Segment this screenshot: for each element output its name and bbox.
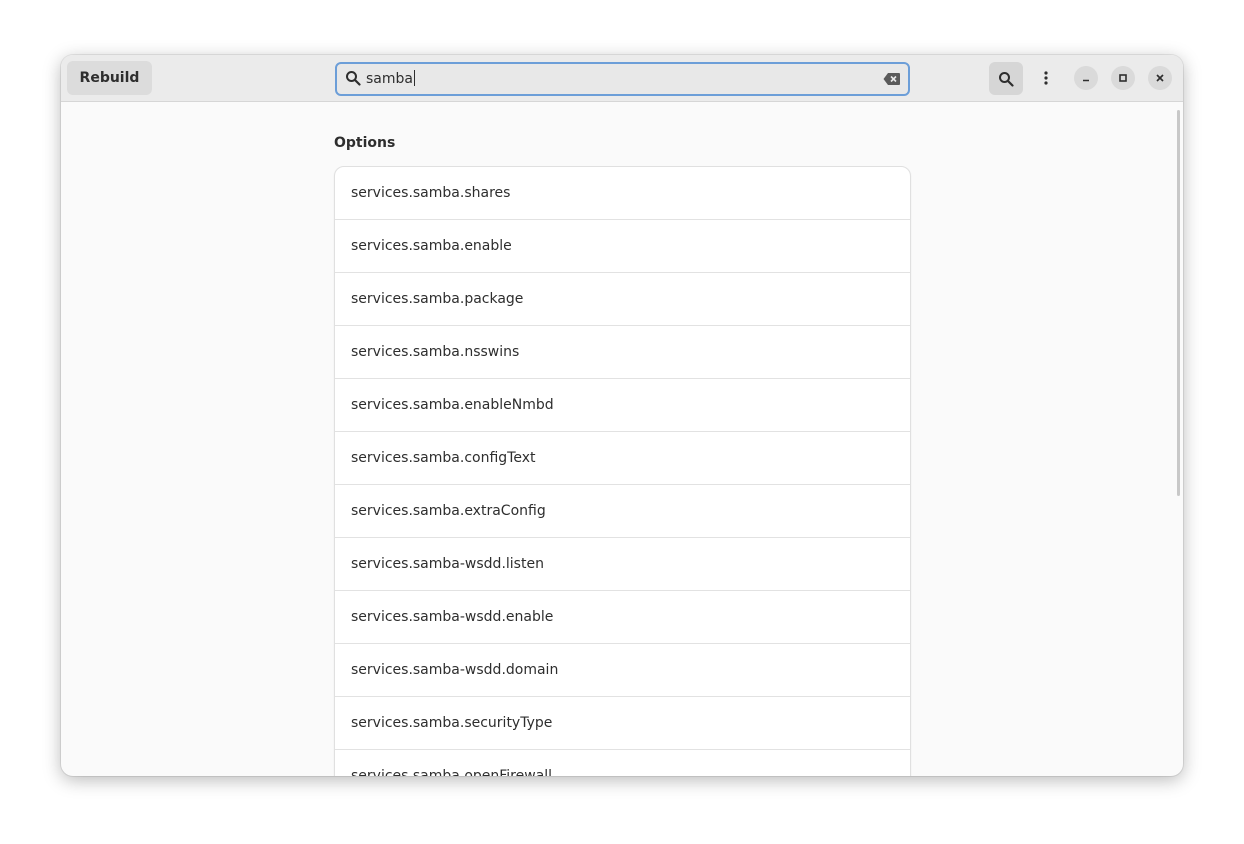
list-item[interactable]: services.samba-wsdd.domain: [335, 644, 910, 697]
option-label: services.samba.extraConfig: [351, 503, 546, 519]
minimize-icon: [1083, 79, 1089, 82]
main-content: Options services.samba.shares services.s…: [61, 102, 1183, 776]
list-item[interactable]: services.samba-wsdd.listen: [335, 538, 910, 591]
close-icon: [1156, 74, 1164, 82]
list-item[interactable]: services.samba.package: [335, 273, 910, 326]
option-label: services.samba.openFirewall: [351, 768, 553, 776]
list-item[interactable]: services.samba.securityType: [335, 697, 910, 750]
option-label: services.samba-wsdd.enable: [351, 609, 554, 625]
list-item[interactable]: services.samba.shares: [335, 167, 910, 220]
text-cursor: [413, 70, 415, 86]
option-label: services.samba.package: [351, 291, 524, 307]
option-label: services.samba.nsswins: [351, 344, 520, 360]
search-input[interactable]: samba: [366, 71, 413, 87]
main-menu-button[interactable]: [1031, 63, 1061, 93]
maximize-icon: [1119, 74, 1127, 82]
list-item[interactable]: services.samba.openFirewall: [335, 750, 910, 776]
search-icon: [999, 71, 1014, 87]
options-list: services.samba.shares services.samba.ena…: [334, 166, 911, 776]
minimize-button[interactable]: [1074, 66, 1098, 90]
close-button[interactable]: [1148, 66, 1172, 90]
section-title: Options: [334, 135, 396, 151]
search-icon: [346, 71, 361, 86]
rebuild-button[interactable]: Rebuild: [67, 61, 152, 95]
search-toggle-button[interactable]: [989, 62, 1023, 95]
list-item[interactable]: services.samba-wsdd.enable: [335, 591, 910, 644]
option-label: services.samba.securityType: [351, 715, 553, 731]
option-label: services.samba-wsdd.domain: [351, 662, 559, 678]
list-item[interactable]: services.samba.extraConfig: [335, 485, 910, 538]
list-item[interactable]: services.samba.enableNmbd: [335, 379, 910, 432]
scrollbar[interactable]: [1177, 110, 1180, 496]
option-label: services.samba.configText: [351, 450, 536, 466]
maximize-button[interactable]: [1111, 66, 1135, 90]
list-item[interactable]: services.samba.configText: [335, 432, 910, 485]
list-item[interactable]: services.samba.enable: [335, 220, 910, 273]
option-label: services.samba.enableNmbd: [351, 397, 554, 413]
kebab-menu-icon: [1044, 71, 1048, 85]
clear-text-icon[interactable]: [883, 72, 901, 86]
app-window: Rebuild samba Options services.samba.sha…: [61, 55, 1183, 776]
header-bar: Rebuild samba: [61, 55, 1183, 102]
option-label: services.samba.shares: [351, 185, 511, 201]
search-entry[interactable]: samba: [335, 62, 910, 96]
list-item[interactable]: services.samba.nsswins: [335, 326, 910, 379]
option-label: services.samba.enable: [351, 238, 512, 254]
option-label: services.samba-wsdd.listen: [351, 556, 544, 572]
